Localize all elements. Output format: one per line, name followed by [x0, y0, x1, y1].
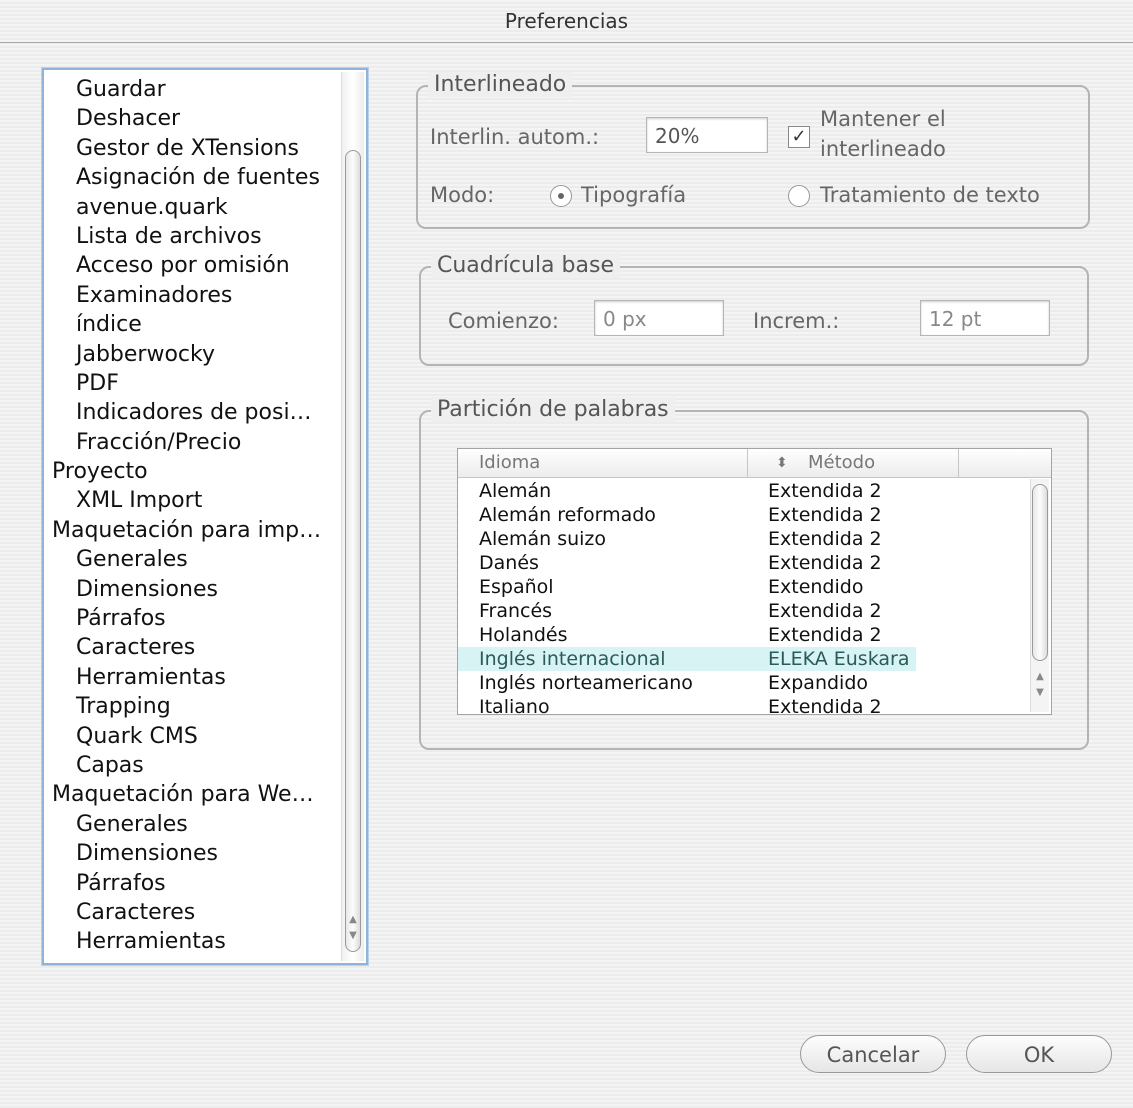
table-header: Idioma ⬍ Método: [458, 449, 1051, 478]
language-cell: Francés: [479, 600, 553, 622]
baseline-grid-legend: Cuadrícula base: [431, 253, 620, 278]
category-item[interactable]: Herramientas: [44, 927, 334, 956]
column-divider: [747, 449, 748, 477]
language-cell: Alemán: [479, 480, 552, 502]
auto-leading-label: Interlin. autom.:: [430, 125, 600, 149]
category-item[interactable]: Proyecto: [44, 457, 334, 486]
category-item[interactable]: Fracción/Precio: [44, 428, 334, 457]
method-cell: Extendida 2: [768, 528, 882, 550]
table-row[interactable]: Alemán suizo Extendida 2: [458, 527, 1026, 551]
category-item[interactable]: Maquetación para We…: [44, 780, 334, 809]
grid-start-label: Comienzo:: [448, 309, 559, 333]
mode-wordprocessing-label[interactable]: Tratamiento de texto: [820, 183, 1040, 207]
table-row[interactable]: Inglés internacional ELEKA Euskara: [458, 647, 916, 671]
language-cell: Danés: [479, 552, 539, 574]
table-scroll-arrows-icon[interactable]: ▲ ▼: [1032, 669, 1048, 705]
category-item[interactable]: Capas: [44, 751, 334, 780]
mode-typography-label[interactable]: Tipografía: [581, 183, 686, 207]
table-row[interactable]: Español Extendido: [458, 575, 1026, 599]
category-item[interactable]: Quark CMS: [44, 722, 334, 751]
table-row[interactable]: Inglés norteamericano Expandido: [458, 671, 1026, 695]
table-scroll-thumb[interactable]: [1032, 484, 1048, 661]
grid-start-input[interactable]: 0 px: [594, 300, 724, 336]
table-row[interactable]: Alemán Extendida 2: [458, 479, 1026, 503]
method-cell: Extendida 2: [768, 552, 882, 574]
language-cell: Inglés internacional: [479, 648, 666, 670]
method-cell: Extendido: [768, 576, 864, 598]
category-items: Guardar Deshacer Gestor de XTensions Asigna…: [44, 75, 334, 957]
column-header-language[interactable]: Idioma: [479, 449, 540, 477]
category-item[interactable]: Lista de archivos: [44, 222, 334, 251]
category-item[interactable]: Generales: [44, 810, 334, 839]
category-item[interactable]: PDF: [44, 369, 334, 398]
method-cell: Extendida 2: [768, 504, 882, 526]
column-divider: [958, 449, 959, 477]
method-cell: Extendida 2: [768, 624, 882, 646]
table-row[interactable]: Italiano Extendida 2: [458, 695, 1026, 715]
table-row[interactable]: Francés Extendida 2: [458, 599, 1026, 623]
category-item[interactable]: Acceso por omisión: [44, 251, 334, 280]
grid-increment-input[interactable]: 12 pt: [920, 300, 1050, 336]
category-item[interactable]: Gestor de XTensions: [44, 134, 334, 163]
method-cell: Extendida 2: [768, 696, 882, 715]
scroll-arrows-icon[interactable]: ▲ ▼: [345, 912, 361, 948]
column-header-method[interactable]: Método: [808, 449, 875, 477]
category-item[interactable]: Asignación de fuentes: [44, 163, 334, 192]
category-scroll-thumb[interactable]: [345, 150, 361, 952]
method-cell: ELEKA Euskara: [768, 648, 910, 670]
category-item[interactable]: Caracteres: [44, 633, 334, 662]
category-item[interactable]: Herramientas: [44, 663, 334, 692]
ok-button[interactable]: OK: [966, 1035, 1112, 1073]
language-cell: Italiano: [479, 696, 550, 715]
maintain-leading-label-2: interlineado: [820, 137, 946, 161]
category-item[interactable]: Párrafos: [44, 869, 334, 898]
category-item[interactable]: Indicadores de posi…: [44, 398, 334, 427]
grid-increment-label: Increm.:: [753, 309, 840, 333]
interlineado-group: Interlineado: [416, 72, 1090, 229]
language-cell: Español: [479, 576, 554, 598]
category-item[interactable]: Dimensiones: [44, 575, 334, 604]
table-row[interactable]: Alemán reformado Extendida 2: [458, 503, 1026, 527]
auto-leading-input[interactable]: 20%: [646, 117, 768, 153]
interlineado-legend: Interlineado: [428, 72, 573, 97]
window-title: Preferencias: [0, 0, 1133, 43]
table-row[interactable]: Holandés Extendida 2: [458, 623, 1026, 647]
mode-label: Modo:: [430, 183, 495, 207]
category-item[interactable]: avenue.quark: [44, 193, 334, 222]
method-cell: Extendida 2: [768, 600, 882, 622]
table-scrollbar[interactable]: ▲ ▼: [1030, 479, 1049, 712]
hyphenation-table[interactable]: Idioma ⬍ Método Alemán Extendida 2 Alemán …: [457, 448, 1052, 715]
table-row[interactable]: Danés Extendida 2: [458, 551, 1026, 575]
category-item[interactable]: Caracteres: [44, 898, 334, 927]
language-cell: Alemán reformado: [479, 504, 656, 526]
table-body: Alemán Extendida 2 Alemán reformado Extendi…: [458, 479, 1026, 715]
category-item[interactable]: índice: [44, 310, 334, 339]
category-item[interactable]: Deshacer: [44, 104, 334, 133]
category-item[interactable]: Dimensiones: [44, 839, 334, 868]
category-item[interactable]: Guardar: [44, 75, 334, 104]
category-scrollbar[interactable]: ▲ ▼: [341, 72, 364, 961]
category-item[interactable]: XML Import: [44, 486, 334, 515]
category-item[interactable]: Maquetación para imp…: [44, 516, 334, 545]
category-item[interactable]: Generales: [44, 545, 334, 574]
mode-wordprocessing-radio[interactable]: [788, 185, 810, 207]
language-cell: Inglés norteamericano: [479, 672, 693, 694]
category-item[interactable]: Examinadores: [44, 281, 334, 310]
method-cell: Extendida 2: [768, 480, 882, 502]
hyphenation-legend: Partición de palabras: [431, 397, 675, 422]
sort-icon[interactable]: ⬍: [776, 449, 788, 477]
category-item[interactable]: Trapping: [44, 692, 334, 721]
cancel-button[interactable]: Cancelar: [800, 1035, 946, 1073]
mode-typography-radio[interactable]: [550, 185, 572, 207]
category-list[interactable]: Guardar Deshacer Gestor de XTensions Asigna…: [42, 68, 368, 965]
language-cell: Holandés: [479, 624, 568, 646]
method-cell: Expandido: [768, 672, 869, 694]
category-item[interactable]: Jabberwocky: [44, 340, 334, 369]
maintain-leading-checkbox[interactable]: ✓: [788, 126, 810, 148]
maintain-leading-label-1: Mantener el: [820, 107, 946, 131]
language-cell: Alemán suizo: [479, 528, 607, 550]
category-item[interactable]: Párrafos: [44, 604, 334, 633]
